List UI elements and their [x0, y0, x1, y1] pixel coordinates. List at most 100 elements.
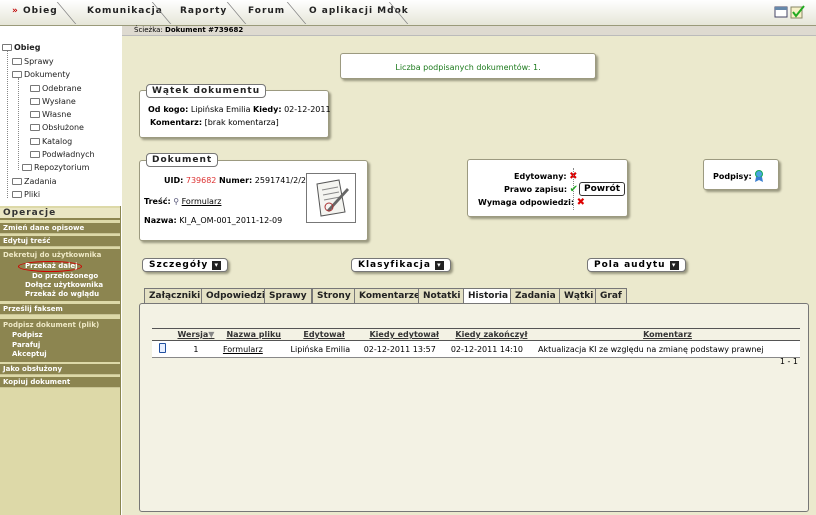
folder-icon	[30, 151, 40, 158]
pager: 1 - 1	[779, 357, 798, 366]
klasyfikacja-toggle[interactable]: Klasyfikacja ▾	[351, 258, 451, 272]
watek-komentarz: [brak komentarza]	[204, 118, 279, 127]
col-komentarz[interactable]: Komentarz	[535, 328, 800, 341]
folder-icon	[30, 124, 40, 131]
op-kopiuj-dokument[interactable]: Kopiuj dokument	[0, 377, 120, 388]
op-podpisz-dokument[interactable]: Podpisz dokument (plik)	[3, 321, 99, 329]
breadcrumb: Ścieżka: Dokument #739682	[122, 26, 816, 36]
folder-icon	[30, 98, 40, 105]
menu-arrow-icon: »	[12, 6, 19, 16]
col-nazwa-pliku[interactable]: Nazwa pliku	[219, 328, 288, 341]
dokument-label: Dokument	[146, 153, 219, 167]
tree-node-zadania[interactable]: Zadania	[12, 177, 57, 186]
op-parafuj[interactable]: Parafuj	[12, 341, 40, 349]
tree-node-sprawy[interactable]: Sprawy	[12, 57, 54, 66]
folder-icon	[30, 85, 40, 92]
tab-historia[interactable]: Historia	[463, 288, 514, 304]
tree-node-repozytorium[interactable]: Repozytorium	[22, 163, 89, 172]
tree-node-podwladnych[interactable]: Podwładnych	[30, 150, 95, 159]
status-divider	[573, 168, 574, 210]
tree-node-katalog[interactable]: Katalog	[30, 137, 72, 146]
col-edytowal[interactable]: Edytował	[287, 328, 361, 341]
document-sign-icon[interactable]	[306, 173, 356, 223]
check-icon[interactable]	[790, 5, 806, 23]
menu-separator	[226, 2, 247, 24]
table-row[interactable]: 1 Formularz Lipińska Emilia 02-12-2011 1…	[152, 340, 800, 358]
notice-text: Liczba podpisanych dokumentów: 1.	[395, 63, 541, 72]
op-do-przelozonego[interactable]: Do przełożonego	[32, 272, 98, 280]
op-dolacz-uzytkownika[interactable]: Dołącz użytkownika	[25, 281, 103, 289]
expand-icon: ▾	[669, 261, 679, 270]
history-table: Wersja▼ Nazwa pliku Edytował Kiedy edyto…	[152, 328, 800, 358]
op-przeslij-faksem[interactable]: Prześlij faksem	[0, 304, 120, 315]
sort-down-icon: ▼	[208, 330, 215, 339]
tree-node-wlasne[interactable]: Własne	[30, 110, 71, 119]
status-box: Edytowany: ✖ Prawo zapisu: ✔ Wymaga odpo…	[467, 159, 628, 217]
folder-icon	[12, 178, 22, 185]
tree-node-obieg[interactable]: Obieg	[2, 43, 40, 52]
tab-strony[interactable]: Strony	[312, 288, 356, 303]
search-icon[interactable]: ⚲	[173, 197, 179, 206]
menu-item-komunikacja[interactable]: Komunikacja	[87, 6, 163, 16]
tab-komentarze[interactable]: Komentarze	[354, 288, 426, 303]
main-panel: Ścieżka: Dokument #739682 Liczba podpisa…	[122, 26, 816, 515]
tab-notatki[interactable]: Notatki	[418, 288, 466, 303]
tree-node-pliki[interactable]: Pliki	[12, 190, 40, 199]
col-wersja[interactable]: Wersja▼	[172, 328, 220, 341]
op-edytuj-tresc[interactable]: Edytuj treść	[0, 236, 120, 247]
powrot-button[interactable]: Powrót	[579, 182, 626, 196]
expand-icon: ▾	[212, 261, 222, 270]
cell-kiedy-edytowal: 02-12-2011 13:57	[360, 340, 448, 358]
folder-tree: Obieg Sprawy Dokumenty Odebrane Wysłane …	[0, 26, 121, 206]
op-akceptuj[interactable]: Akceptuj	[12, 350, 47, 358]
folder-icon	[2, 44, 12, 51]
document-icon[interactable]	[158, 343, 166, 353]
tab-zalaczniki[interactable]: Załączniki	[144, 288, 206, 303]
history-panel: Wersja▼ Nazwa pliku Edytował Kiedy edyto…	[139, 303, 809, 512]
cross-icon: ✖	[576, 197, 585, 208]
watek-od-kogo: Lipińska Emilia	[190, 105, 251, 114]
tree-node-dokumenty[interactable]: Dokumenty	[12, 70, 70, 79]
dokument-nazwa: KI_A_OM-001_2011-12-09	[179, 216, 283, 225]
op-przekaz-do-wgladu[interactable]: Przekaż do wglądu	[25, 290, 99, 298]
breadcrumb-current: Dokument #739682	[165, 26, 244, 34]
tree-node-obsluzone[interactable]: Obsłużone	[30, 123, 84, 132]
notice-box: Liczba podpisanych dokumentów: 1.	[340, 53, 596, 79]
op-zmien-dane[interactable]: Zmień dane opisowe	[0, 223, 120, 234]
tab-sprawy[interactable]: Sprawy	[264, 288, 312, 303]
window-icon[interactable]	[774, 5, 788, 22]
tab-graf[interactable]: Graf	[595, 288, 627, 303]
folder-icon	[12, 58, 22, 65]
tab-watki[interactable]: Wątki	[559, 288, 599, 303]
op-dekretuj[interactable]: Dekretuj do użytkownika	[3, 251, 101, 259]
szczegoly-toggle[interactable]: Szczegóły ▾	[142, 258, 229, 272]
signature-badge-icon[interactable]	[754, 170, 764, 182]
dokument-tresc-link[interactable]: Formularz	[182, 197, 222, 206]
menu-separator	[286, 2, 307, 24]
cell-edytowal: Lipińska Emilia	[287, 340, 361, 358]
tab-odpowiedzi[interactable]: Odpowiedzi	[201, 288, 270, 303]
tree-node-odebrane[interactable]: Odebrane	[30, 84, 82, 93]
menu-item-forum[interactable]: Forum	[248, 6, 285, 16]
table-header-row: Wersja▼ Nazwa pliku Edytował Kiedy edyto…	[152, 328, 800, 341]
op-jako-obsluzony[interactable]: Jako obsłużony	[0, 364, 120, 375]
op-podpisz[interactable]: Podpisz	[12, 331, 43, 339]
cell-wersja: 1	[172, 340, 220, 358]
col-kiedy-edytowal[interactable]: Kiedy edytował	[360, 328, 448, 341]
top-menu-bar: » Obieg Komunikacja Raporty Forum O apli…	[0, 0, 816, 26]
tab-zadania[interactable]: Zadania	[510, 288, 561, 303]
pola-audytu-toggle[interactable]: Pola audytu ▾	[587, 258, 686, 272]
watek-kiedy: 02-12-2011	[284, 105, 331, 114]
folder-icon	[12, 191, 22, 198]
menu-item-obieg[interactable]: » Obieg	[12, 6, 58, 16]
tree-node-wyslane[interactable]: Wysłane	[30, 97, 76, 106]
dokument-uid: 739682	[185, 176, 217, 185]
folder-icon	[30, 138, 40, 145]
menu-item-raporty[interactable]: Raporty	[180, 6, 227, 16]
sidebar: Obieg Sprawy Dokumenty Odebrane Wysłane …	[0, 26, 121, 515]
cell-nazwa-pliku[interactable]: Formularz	[219, 340, 288, 358]
menu-separator	[56, 2, 77, 24]
folder-icon	[22, 164, 32, 171]
col-kiedy-zakonczyl[interactable]: Kiedy zakończył	[447, 328, 535, 341]
op-przekaz-dalej[interactable]: Przekaż dalej	[25, 262, 78, 270]
